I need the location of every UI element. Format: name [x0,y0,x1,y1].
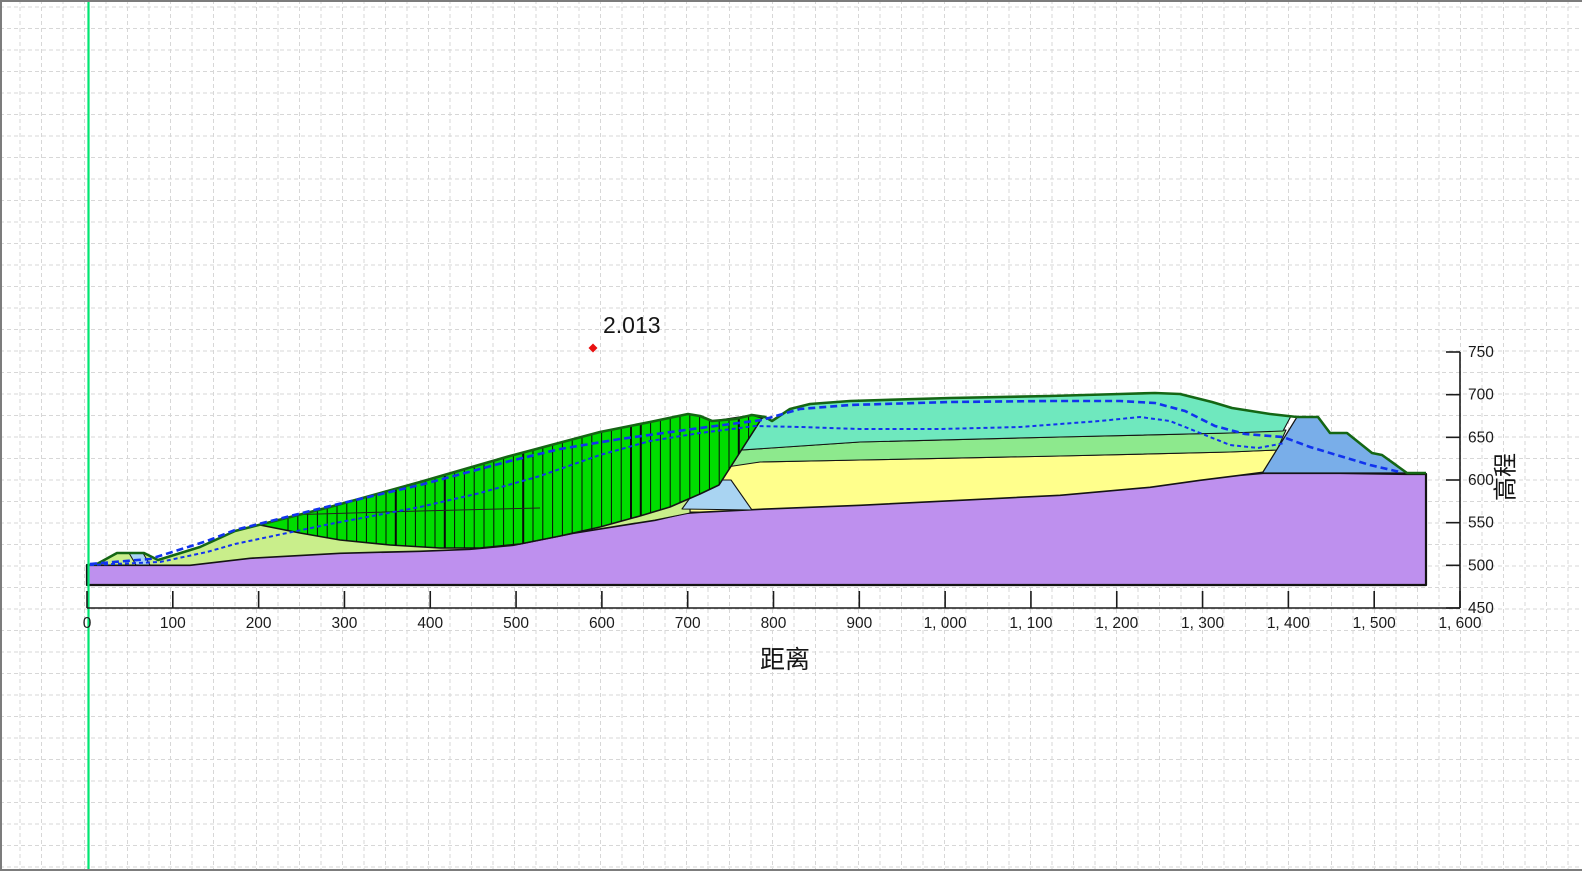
x-tick-label: 900 [846,615,872,632]
x-tick-label: 1, 400 [1267,615,1310,632]
y-tick-label: 650 [1468,429,1494,446]
y-tick-label: 550 [1468,515,1494,532]
canvas-border-left [0,0,2,871]
x-tick-label: 600 [589,615,615,632]
x-tick-label: 100 [160,615,186,632]
section-svg: 0 100 200 300 400 500 600 700 800 900 1, 000 1, 100… [0,0,1582,871]
y-tick-label: 500 [1468,557,1494,574]
x-axis: 0 100 200 300 400 500 600 700 800 900 1, 000 1, 100… [83,591,1482,632]
x-tick-label: 400 [417,615,443,632]
y-axis-title: 高程 [1492,453,1520,501]
x-tick-label: 1, 100 [1009,615,1052,632]
x-tick-label: 300 [332,615,358,632]
factor-of-safety-label[interactable]: 2.013 [603,312,661,339]
x-tick-label: 1, 200 [1095,615,1138,632]
x-tick-label: 1, 500 [1353,615,1396,632]
canvas-border-top [0,0,1582,2]
x-tick-label: 1, 600 [1438,615,1481,632]
x-tick-label: 500 [503,615,529,632]
x-tick-label: 0 [83,615,92,632]
x-tick-label: 200 [246,615,272,632]
y-tick-label: 750 [1468,344,1494,361]
x-tick-label: 700 [675,615,701,632]
x-tick-label: 800 [761,615,787,632]
drawing-canvas[interactable]: 0 100 200 300 400 500 600 700 800 900 1, 000 1, 100… [0,0,1582,871]
y-tick-label: 450 [1468,600,1494,617]
x-tick-label: 1, 300 [1181,615,1224,632]
x-axis-title: 距离 [759,646,811,674]
x-tick-label: 1, 000 [924,615,967,632]
y-tick-label: 700 [1468,387,1494,404]
